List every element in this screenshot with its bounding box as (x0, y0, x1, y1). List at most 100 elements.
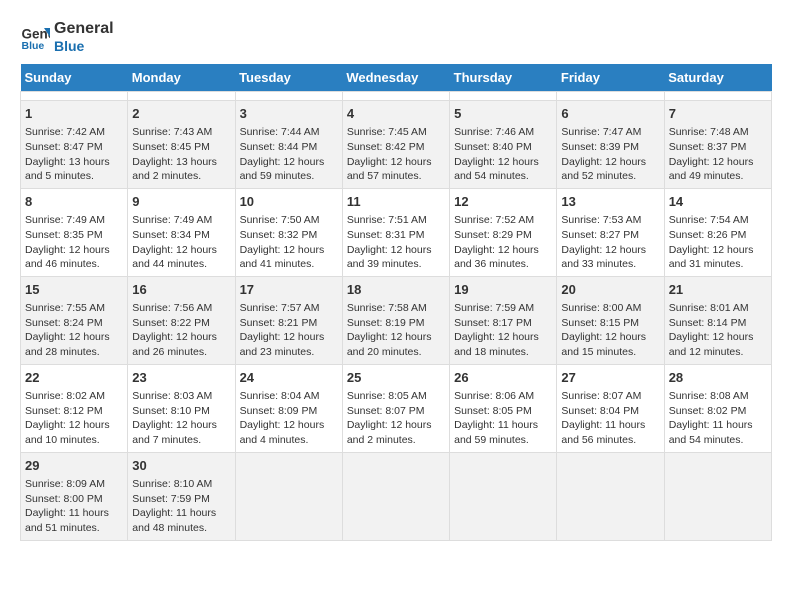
calendar-cell: 11 Sunrise: 7:51 AMSunset: 8:31 PMDayligh… (342, 188, 449, 276)
day-info: Sunrise: 7:56 AMSunset: 8:22 PMDaylight:… (132, 301, 230, 360)
calendar-cell (664, 452, 771, 540)
calendar-cell: 17Sunrise: 7:57 AMSunset: 8:21 PMDayligh… (235, 276, 342, 364)
day-info: Sunrise: 7:58 AMSunset: 8:19 PMDaylight:… (347, 301, 445, 360)
day-number: 17 (240, 281, 338, 299)
day-info: Sunrise: 7:49 AMSunset: 8:35 PMDaylight:… (25, 213, 123, 272)
days-header-row: SundayMondayTuesdayWednesdayThursdayFrid… (21, 64, 772, 92)
day-header-thursday: Thursday (450, 64, 557, 92)
calendar-cell: 6 Sunrise: 7:47 AMSunset: 8:39 PMDaylight… (557, 101, 664, 189)
day-info: Sunrise: 7:42 AMSunset: 8:47 PMDaylight:… (25, 125, 123, 184)
day-number: 30 (132, 457, 230, 475)
day-number: 13 (561, 193, 659, 211)
calendar-cell: 25 Sunrise: 8:05 AMSunset: 8:07 PMDayligh… (342, 364, 449, 452)
day-info: Sunrise: 8:08 AMSunset: 8:02 PMDaylight:… (669, 389, 767, 448)
calendar-cell: 18 Sunrise: 7:58 AMSunset: 8:19 PMDayligh… (342, 276, 449, 364)
day-info: Sunrise: 8:01 AMSunset: 8:14 PMDaylight:… (669, 301, 767, 360)
day-number: 24 (240, 369, 338, 387)
day-header-tuesday: Tuesday (235, 64, 342, 92)
day-info: Sunrise: 7:43 AMSunset: 8:45 PMDaylight:… (132, 125, 230, 184)
day-info: Sunrise: 7:48 AMSunset: 8:37 PMDaylight:… (669, 125, 767, 184)
calendar-cell (128, 92, 235, 101)
svg-text:Blue: Blue (22, 40, 45, 52)
day-number: 16 (132, 281, 230, 299)
day-header-wednesday: Wednesday (342, 64, 449, 92)
day-number: 8 (25, 193, 123, 211)
calendar-cell (557, 452, 664, 540)
calendar-row-5: 22Sunrise: 8:02 AMSunset: 8:12 PMDayligh… (21, 364, 772, 452)
day-info: Sunrise: 8:03 AMSunset: 8:10 PMDaylight:… (132, 389, 230, 448)
logo-general: General (54, 20, 114, 38)
calendar-cell: 5 Sunrise: 7:46 AMSunset: 8:40 PMDaylight… (450, 101, 557, 189)
calendar-cell: 2 Sunrise: 7:43 AMSunset: 8:45 PMDaylight… (128, 101, 235, 189)
calendar-cell: 3Sunrise: 7:44 AMSunset: 8:44 PMDaylight… (235, 101, 342, 189)
day-number: 27 (561, 369, 659, 387)
calendar-cell (664, 92, 771, 101)
calendar-cell: 10 Sunrise: 7:50 AMSunset: 8:32 PMDayligh… (235, 188, 342, 276)
day-info: Sunrise: 7:50 AMSunset: 8:32 PMDaylight:… (240, 213, 338, 272)
logo-icon: General Blue (20, 22, 50, 52)
calendar-row-6: 29 Sunrise: 8:09 AMSunset: 8:00 PMDayligh… (21, 452, 772, 540)
day-number: 12 (454, 193, 552, 211)
logo-blue: Blue (54, 38, 114, 54)
calendar-cell: 15 Sunrise: 7:55 AMSunset: 8:24 PMDayligh… (21, 276, 128, 364)
day-info: Sunrise: 8:07 AMSunset: 8:04 PMDaylight:… (561, 389, 659, 448)
calendar-cell: 21 Sunrise: 8:01 AMSunset: 8:14 PMDayligh… (664, 276, 771, 364)
page-header: General Blue General Blue (20, 20, 772, 54)
day-info: Sunrise: 8:02 AMSunset: 8:12 PMDaylight:… (25, 389, 123, 448)
day-number: 18 (347, 281, 445, 299)
day-info: Sunrise: 7:47 AMSunset: 8:39 PMDaylight:… (561, 125, 659, 184)
calendar-cell: 27 Sunrise: 8:07 AMSunset: 8:04 PMDayligh… (557, 364, 664, 452)
calendar-row-4: 15 Sunrise: 7:55 AMSunset: 8:24 PMDayligh… (21, 276, 772, 364)
day-info: Sunrise: 7:52 AMSunset: 8:29 PMDaylight:… (454, 213, 552, 272)
calendar-row-2: 1Sunrise: 7:42 AMSunset: 8:47 PMDaylight… (21, 101, 772, 189)
day-info: Sunrise: 8:06 AMSunset: 8:05 PMDaylight:… (454, 389, 552, 448)
calendar-cell: 1Sunrise: 7:42 AMSunset: 8:47 PMDaylight… (21, 101, 128, 189)
calendar-cell: 23 Sunrise: 8:03 AMSunset: 8:10 PMDayligh… (128, 364, 235, 452)
calendar-cell: 22Sunrise: 8:02 AMSunset: 8:12 PMDayligh… (21, 364, 128, 452)
day-number: 10 (240, 193, 338, 211)
day-header-saturday: Saturday (664, 64, 771, 92)
calendar-cell: 4 Sunrise: 7:45 AMSunset: 8:42 PMDaylight… (342, 101, 449, 189)
day-info: Sunrise: 7:46 AMSunset: 8:40 PMDaylight:… (454, 125, 552, 184)
day-number: 15 (25, 281, 123, 299)
day-number: 5 (454, 105, 552, 123)
day-info: Sunrise: 7:45 AMSunset: 8:42 PMDaylight:… (347, 125, 445, 184)
day-number: 11 (347, 193, 445, 211)
day-info: Sunrise: 7:59 AMSunset: 8:17 PMDaylight:… (454, 301, 552, 360)
day-number: 6 (561, 105, 659, 123)
day-number: 28 (669, 369, 767, 387)
day-number: 21 (669, 281, 767, 299)
day-number: 20 (561, 281, 659, 299)
day-info: Sunrise: 8:00 AMSunset: 8:15 PMDaylight:… (561, 301, 659, 360)
day-number: 19 (454, 281, 552, 299)
day-info: Sunrise: 7:55 AMSunset: 8:24 PMDaylight:… (25, 301, 123, 360)
calendar-cell: 26 Sunrise: 8:06 AMSunset: 8:05 PMDayligh… (450, 364, 557, 452)
day-info: Sunrise: 7:54 AMSunset: 8:26 PMDaylight:… (669, 213, 767, 272)
day-info: Sunrise: 7:53 AMSunset: 8:27 PMDaylight:… (561, 213, 659, 272)
calendar-cell: 30 Sunrise: 8:10 AMSunset: 7:59 PMDayligh… (128, 452, 235, 540)
day-number: 29 (25, 457, 123, 475)
day-info: Sunrise: 8:10 AMSunset: 7:59 PMDaylight:… (132, 477, 230, 536)
day-info: Sunrise: 8:04 AMSunset: 8:09 PMDaylight:… (240, 389, 338, 448)
day-number: 25 (347, 369, 445, 387)
day-number: 2 (132, 105, 230, 123)
calendar-row-1 (21, 92, 772, 101)
day-info: Sunrise: 7:44 AMSunset: 8:44 PMDaylight:… (240, 125, 338, 184)
day-header-sunday: Sunday (21, 64, 128, 92)
day-number: 4 (347, 105, 445, 123)
calendar-cell: 12 Sunrise: 7:52 AMSunset: 8:29 PMDayligh… (450, 188, 557, 276)
calendar-cell: 28 Sunrise: 8:08 AMSunset: 8:02 PMDayligh… (664, 364, 771, 452)
calendar-cell (557, 92, 664, 101)
day-number: 14 (669, 193, 767, 211)
day-header-monday: Monday (128, 64, 235, 92)
calendar-cell: 8 Sunrise: 7:49 AMSunset: 8:35 PMDaylight… (21, 188, 128, 276)
calendar-cell (235, 92, 342, 101)
day-info: Sunrise: 7:51 AMSunset: 8:31 PMDaylight:… (347, 213, 445, 272)
logo: General Blue General Blue (20, 20, 114, 54)
day-number: 23 (132, 369, 230, 387)
calendar-row-3: 8 Sunrise: 7:49 AMSunset: 8:35 PMDaylight… (21, 188, 772, 276)
day-number: 9 (132, 193, 230, 211)
day-info: Sunrise: 8:05 AMSunset: 8:07 PMDaylight:… (347, 389, 445, 448)
day-number: 26 (454, 369, 552, 387)
day-info: Sunrise: 8:09 AMSunset: 8:00 PMDaylight:… (25, 477, 123, 536)
